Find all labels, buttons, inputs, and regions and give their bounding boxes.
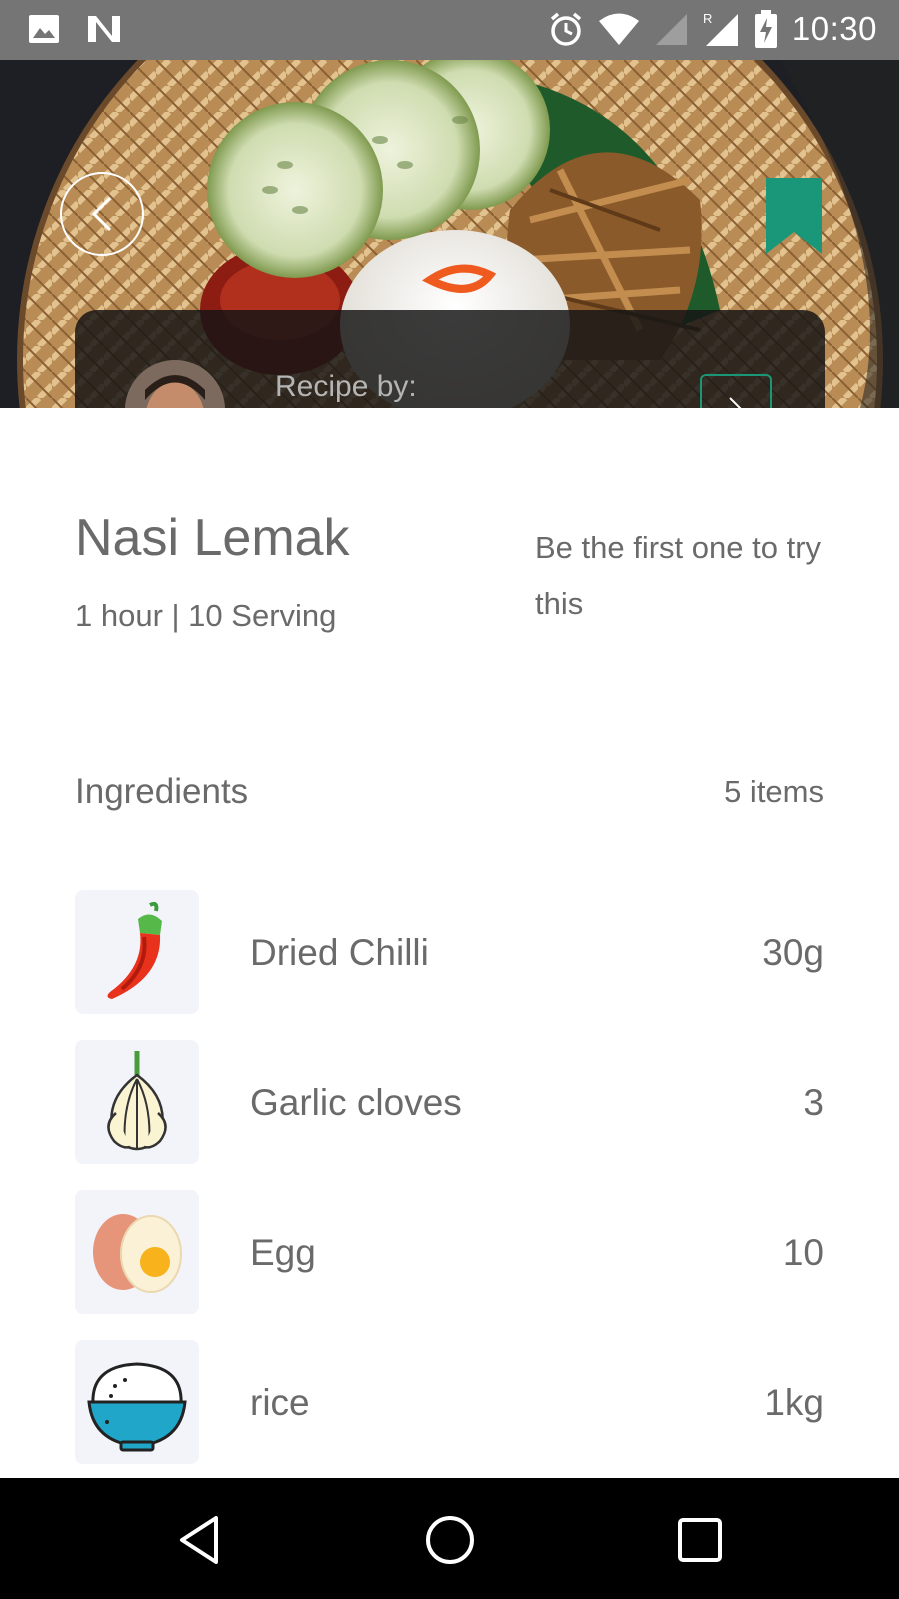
recipe-meta: 1 hour | 10 Serving: [75, 598, 337, 633]
ingredients-heading: Ingredients: [75, 772, 249, 811]
recipe-hero-image: Recipe by:: [0, 60, 899, 408]
ingredients-count: 5 items: [724, 774, 824, 809]
ingredient-name: Dried Chilli: [250, 932, 429, 973]
ingredient-name: Egg: [250, 1232, 316, 1273]
recipe-by-label: Recipe by:: [275, 370, 417, 403]
ingredient-thumbnail: [75, 1040, 199, 1164]
roaming-signal-icon: R: [703, 11, 738, 46]
author-card[interactable]: Recipe by:: [75, 310, 825, 408]
rice-bowl-icon: [87, 1362, 187, 1452]
ingredient-quantity: 10: [782, 1232, 824, 1273]
egg-icon: [93, 1214, 182, 1293]
ingredient-row[interactable]: Garlic cloves 3: [75, 1040, 824, 1190]
bookmark-icon[interactable]: [766, 178, 822, 254]
garlic-icon: [107, 1051, 167, 1151]
author-photo: [125, 360, 225, 408]
ingredient-thumbnail: [75, 890, 199, 1014]
recipe-title: Nasi Lemak: [75, 509, 350, 567]
first-try-text: Be the first one to try this: [535, 530, 822, 621]
ingredient-quantity: 30g: [762, 932, 824, 973]
navigation-bar: [0, 1478, 899, 1599]
chevron-left-icon: [91, 196, 112, 232]
clock: 10:30: [791, 10, 877, 47]
ingredient-row[interactable]: Dried Chilli 30g: [75, 890, 824, 1040]
ingredient-thumbnail: [75, 1190, 199, 1314]
battery-charging-icon: [754, 10, 777, 48]
ingredient-name: rice: [250, 1382, 310, 1423]
alarm-icon: [550, 12, 582, 46]
cellular-signal-icon: [655, 14, 687, 45]
nav-recents-icon[interactable]: [670, 1510, 730, 1570]
wifi-icon: [598, 13, 639, 45]
back-button[interactable]: [60, 172, 144, 256]
ingredient-row[interactable]: Egg 10: [75, 1190, 824, 1340]
ingredient-name: Garlic cloves: [250, 1082, 462, 1123]
ingredient-thumbnail: [75, 1340, 199, 1464]
ingredients-list: Dried Chilli 30g Garlic cloves 3 Egg 10: [75, 890, 824, 1490]
author-profile-button[interactable]: [700, 374, 772, 408]
chilli-icon: [107, 901, 162, 999]
svg-text:R: R: [703, 11, 712, 26]
status-bar: R 10:30: [0, 0, 899, 60]
n-notification-icon: [88, 16, 120, 42]
nav-back-icon[interactable]: [170, 1510, 230, 1570]
author-avatar: [125, 360, 225, 408]
ingredient-quantity: 1kg: [764, 1382, 824, 1423]
ingredient-quantity: 3: [803, 1082, 824, 1123]
ingredient-row[interactable]: rice 1kg: [75, 1340, 824, 1490]
image-notification-icon: [29, 15, 59, 43]
chevron-right-icon: [729, 397, 742, 408]
nav-home-icon[interactable]: [420, 1510, 480, 1570]
